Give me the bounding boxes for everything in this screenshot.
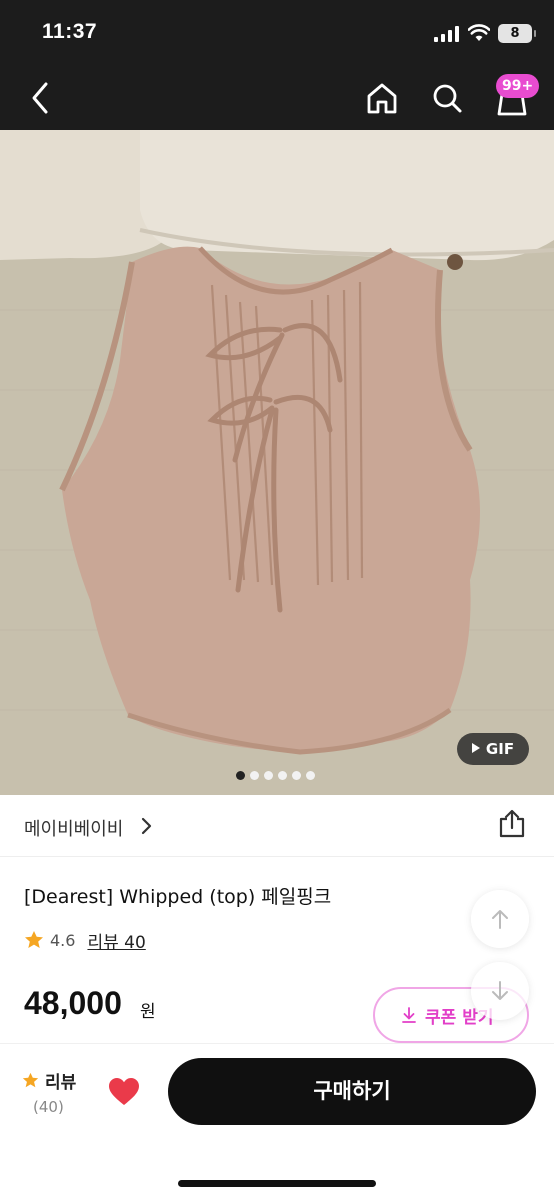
star-icon: [22, 1072, 39, 1088]
chevron-right-icon[interactable]: [140, 816, 154, 836]
pagination-dot[interactable]: [306, 771, 315, 780]
battery-indicator: 8: [498, 24, 536, 43]
pagination-dot[interactable]: [264, 771, 273, 780]
bottom-action-bar: 리뷰 (40) 구매하기: [0, 1043, 554, 1200]
price-amount: 48,000: [24, 985, 122, 1021]
cart-badge: 99+: [496, 74, 540, 98]
product-image-gallery[interactable]: GIF: [0, 130, 554, 795]
cellular-signal-icon: [434, 26, 459, 42]
heart-icon[interactable]: [108, 1077, 140, 1107]
play-icon: [471, 743, 480, 753]
wifi-icon: [468, 24, 490, 41]
pagination-dot[interactable]: [278, 771, 287, 780]
status-time: 11:37: [42, 20, 98, 43]
bottom-review-label: 리뷰: [45, 1073, 77, 1093]
buy-button[interactable]: 구매하기: [168, 1058, 536, 1125]
arrow-down-icon: [492, 981, 508, 1000]
gif-label: GIF: [485, 740, 515, 758]
pagination-dot[interactable]: [236, 771, 245, 780]
product-photo: [0, 130, 554, 795]
review-link[interactable]: 리뷰 40: [87, 928, 145, 953]
product-rating: 4.6 리뷰 40: [24, 928, 146, 953]
pagination-dot[interactable]: [292, 771, 301, 780]
home-icon[interactable]: [364, 78, 400, 118]
scroll-top-button[interactable]: [471, 890, 529, 948]
home-indicator: [178, 1180, 376, 1187]
gallery-pagination: [236, 771, 315, 781]
gif-badge[interactable]: GIF: [457, 733, 529, 765]
chevron-left-icon[interactable]: [26, 78, 56, 118]
download-icon: [402, 1007, 416, 1023]
top-bar: 11:37 8 99+: [0, 0, 554, 130]
arrow-up-icon: [492, 910, 508, 929]
rating-value: 4.6: [50, 930, 76, 950]
product-title: [Dearest] Whipped (top) 페일핑크: [24, 886, 332, 908]
seller-name[interactable]: 메이비베이비: [24, 815, 123, 841]
search-icon[interactable]: [429, 78, 465, 118]
bottom-review-count: (40): [33, 1098, 64, 1116]
seller-row[interactable]: 메이비베이비: [0, 795, 554, 857]
star-icon: [25, 931, 43, 948]
pagination-dot[interactable]: [250, 771, 259, 780]
scroll-down-button[interactable]: [471, 962, 529, 1020]
price-unit: 원: [140, 1002, 156, 1022]
bottom-review[interactable]: 리뷰: [22, 1068, 76, 1093]
share-icon[interactable]: [498, 809, 526, 839]
